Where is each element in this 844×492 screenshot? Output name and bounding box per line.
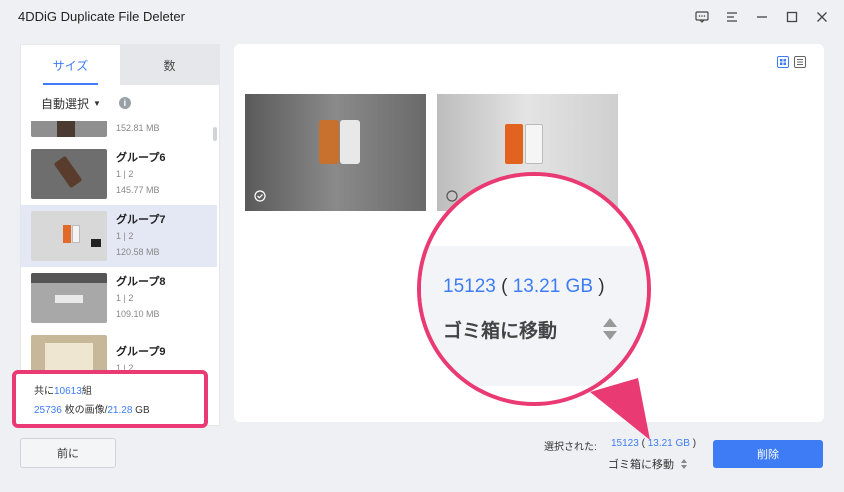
zoom-trash-label: ゴミ箱に移動 xyxy=(443,321,558,342)
selected-label: 選択された: xyxy=(544,442,597,453)
zoom-callout: 15123 ( 13.21 GB ) ゴミ箱に移動 xyxy=(417,172,651,406)
move-to-trash-select[interactable]: ゴミ箱に移動 xyxy=(608,456,688,472)
zoom-selected-value: 15123 ( 13.21 GB ) xyxy=(443,276,605,297)
sort-arrows-icon xyxy=(603,318,617,340)
delete-button[interactable]: 削除 xyxy=(713,440,823,468)
sort-arrows-icon xyxy=(681,459,687,469)
move-to-trash-label: ゴミ箱に移動 xyxy=(608,459,674,471)
selected-value: 15123 ( 13.21 GB ) xyxy=(611,438,697,449)
